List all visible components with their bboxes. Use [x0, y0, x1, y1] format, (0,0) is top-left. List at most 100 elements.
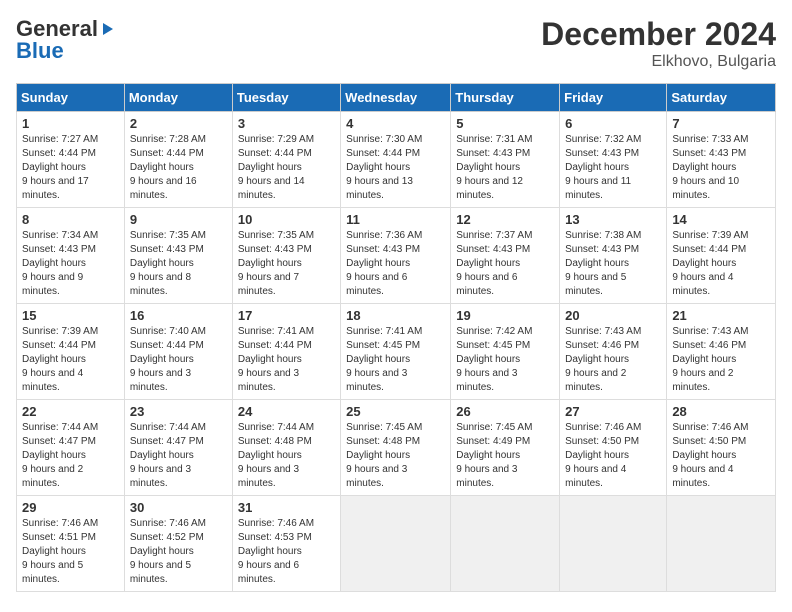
- daylight-label: Daylight hours: [565, 162, 629, 173]
- daylight-value: 9 hours and 2 minutes.: [672, 368, 733, 393]
- sunset-label: Sunset: 4:50 PM: [565, 436, 639, 447]
- sunset-label: Sunset: 4:44 PM: [22, 340, 96, 351]
- logo: General Blue: [16, 16, 116, 64]
- day-cell-1: 1 Sunrise: 7:27 AM Sunset: 4:44 PM Dayli…: [17, 112, 125, 208]
- header-saturday: Saturday: [667, 84, 776, 112]
- daylight-label: Daylight hours: [22, 258, 86, 269]
- sunrise-label: Sunrise: 7:30 AM: [346, 134, 422, 145]
- sunset-label: Sunset: 4:44 PM: [238, 148, 312, 159]
- day-number: 12: [456, 212, 554, 227]
- day-number: 5: [456, 116, 554, 131]
- sunset-label: Sunset: 4:52 PM: [130, 532, 204, 543]
- header-wednesday: Wednesday: [341, 84, 451, 112]
- header-thursday: Thursday: [451, 84, 560, 112]
- logo-icon: [99, 21, 115, 37]
- day-cell-29: 29 Sunrise: 7:46 AM Sunset: 4:51 PM Dayl…: [17, 496, 125, 592]
- day-info: Sunrise: 7:30 AM Sunset: 4:44 PM Dayligh…: [346, 133, 445, 203]
- day-cell-30: 30 Sunrise: 7:46 AM Sunset: 4:52 PM Dayl…: [124, 496, 232, 592]
- calendar-table: Sunday Monday Tuesday Wednesday Thursday…: [16, 83, 776, 592]
- sunrise-label: Sunrise: 7:31 AM: [456, 134, 532, 145]
- empty-cell: [341, 496, 451, 592]
- day-cell-31: 31 Sunrise: 7:46 AM Sunset: 4:53 PM Dayl…: [232, 496, 340, 592]
- daylight-value: 9 hours and 3 minutes.: [238, 368, 299, 393]
- daylight-label: Daylight hours: [130, 354, 194, 365]
- day-info: Sunrise: 7:39 AM Sunset: 4:44 PM Dayligh…: [22, 325, 119, 395]
- day-info: Sunrise: 7:46 AM Sunset: 4:53 PM Dayligh…: [238, 517, 335, 587]
- daylight-label: Daylight hours: [238, 162, 302, 173]
- sunrise-label: Sunrise: 7:29 AM: [238, 134, 314, 145]
- day-cell-21: 21 Sunrise: 7:43 AM Sunset: 4:46 PM Dayl…: [667, 304, 776, 400]
- daylight-label: Daylight hours: [238, 258, 302, 269]
- daylight-value: 9 hours and 5 minutes.: [22, 560, 83, 585]
- header-friday: Friday: [560, 84, 667, 112]
- sunset-label: Sunset: 4:45 PM: [346, 340, 420, 351]
- day-number: 4: [346, 116, 445, 131]
- sunrise-label: Sunrise: 7:41 AM: [238, 326, 314, 337]
- sunset-label: Sunset: 4:43 PM: [238, 244, 312, 255]
- daylight-value: 9 hours and 6 minutes.: [456, 272, 517, 297]
- sunrise-label: Sunrise: 7:45 AM: [346, 422, 422, 433]
- day-number: 19: [456, 308, 554, 323]
- sunset-label: Sunset: 4:44 PM: [22, 148, 96, 159]
- day-number: 3: [238, 116, 335, 131]
- day-cell-5: 5 Sunrise: 7:31 AM Sunset: 4:43 PM Dayli…: [451, 112, 560, 208]
- sunrise-label: Sunrise: 7:32 AM: [565, 134, 641, 145]
- day-number: 25: [346, 404, 445, 419]
- daylight-value: 9 hours and 14 minutes.: [238, 176, 305, 201]
- day-info: Sunrise: 7:34 AM Sunset: 4:43 PM Dayligh…: [22, 229, 119, 299]
- day-number: 26: [456, 404, 554, 419]
- sunrise-label: Sunrise: 7:46 AM: [565, 422, 641, 433]
- day-number: 21: [672, 308, 770, 323]
- day-cell-12: 12 Sunrise: 7:37 AM Sunset: 4:43 PM Dayl…: [451, 208, 560, 304]
- daylight-label: Daylight hours: [346, 162, 410, 173]
- sunrise-label: Sunrise: 7:42 AM: [456, 326, 532, 337]
- daylight-label: Daylight hours: [22, 162, 86, 173]
- sunrise-label: Sunrise: 7:38 AM: [565, 230, 641, 241]
- day-number: 14: [672, 212, 770, 227]
- sunset-label: Sunset: 4:43 PM: [672, 148, 746, 159]
- day-cell-9: 9 Sunrise: 7:35 AM Sunset: 4:43 PM Dayli…: [124, 208, 232, 304]
- sunset-label: Sunset: 4:44 PM: [238, 340, 312, 351]
- day-cell-10: 10 Sunrise: 7:35 AM Sunset: 4:43 PM Dayl…: [232, 208, 340, 304]
- day-info: Sunrise: 7:43 AM Sunset: 4:46 PM Dayligh…: [672, 325, 770, 395]
- day-cell-24: 24 Sunrise: 7:44 AM Sunset: 4:48 PM Dayl…: [232, 400, 340, 496]
- day-info: Sunrise: 7:46 AM Sunset: 4:52 PM Dayligh…: [130, 517, 227, 587]
- sunset-label: Sunset: 4:46 PM: [565, 340, 639, 351]
- sunrise-label: Sunrise: 7:35 AM: [238, 230, 314, 241]
- daylight-value: 9 hours and 12 minutes.: [456, 176, 523, 201]
- sunrise-label: Sunrise: 7:43 AM: [565, 326, 641, 337]
- calendar-week-5: 29 Sunrise: 7:46 AM Sunset: 4:51 PM Dayl…: [17, 496, 776, 592]
- sunrise-label: Sunrise: 7:27 AM: [22, 134, 98, 145]
- day-cell-18: 18 Sunrise: 7:41 AM Sunset: 4:45 PM Dayl…: [341, 304, 451, 400]
- day-info: Sunrise: 7:32 AM Sunset: 4:43 PM Dayligh…: [565, 133, 661, 203]
- title-area: December 2024 Elkhovo, Bulgaria: [541, 16, 776, 71]
- day-cell-15: 15 Sunrise: 7:39 AM Sunset: 4:44 PM Dayl…: [17, 304, 125, 400]
- day-number: 17: [238, 308, 335, 323]
- daylight-label: Daylight hours: [672, 354, 736, 365]
- day-cell-11: 11 Sunrise: 7:36 AM Sunset: 4:43 PM Dayl…: [341, 208, 451, 304]
- day-info: Sunrise: 7:46 AM Sunset: 4:50 PM Dayligh…: [672, 421, 770, 491]
- sunrise-label: Sunrise: 7:45 AM: [456, 422, 532, 433]
- sunrise-label: Sunrise: 7:46 AM: [672, 422, 748, 433]
- daylight-value: 9 hours and 4 minutes.: [672, 464, 733, 489]
- day-number: 29: [22, 500, 119, 515]
- day-info: Sunrise: 7:35 AM Sunset: 4:43 PM Dayligh…: [238, 229, 335, 299]
- sunrise-label: Sunrise: 7:44 AM: [22, 422, 98, 433]
- day-info: Sunrise: 7:28 AM Sunset: 4:44 PM Dayligh…: [130, 133, 227, 203]
- daylight-label: Daylight hours: [346, 258, 410, 269]
- daylight-value: 9 hours and 3 minutes.: [130, 368, 191, 393]
- day-number: 27: [565, 404, 661, 419]
- daylight-label: Daylight hours: [672, 258, 736, 269]
- page-header: General Blue December 2024 Elkhovo, Bulg…: [16, 16, 776, 71]
- sunset-label: Sunset: 4:43 PM: [22, 244, 96, 255]
- calendar-week-1: 1 Sunrise: 7:27 AM Sunset: 4:44 PM Dayli…: [17, 112, 776, 208]
- header-tuesday: Tuesday: [232, 84, 340, 112]
- calendar-week-2: 8 Sunrise: 7:34 AM Sunset: 4:43 PM Dayli…: [17, 208, 776, 304]
- sunset-label: Sunset: 4:43 PM: [130, 244, 204, 255]
- daylight-value: 9 hours and 17 minutes.: [22, 176, 89, 201]
- sunset-label: Sunset: 4:49 PM: [456, 436, 530, 447]
- header-monday: Monday: [124, 84, 232, 112]
- daylight-label: Daylight hours: [238, 354, 302, 365]
- sunset-label: Sunset: 4:44 PM: [130, 340, 204, 351]
- sunrise-label: Sunrise: 7:46 AM: [238, 518, 314, 529]
